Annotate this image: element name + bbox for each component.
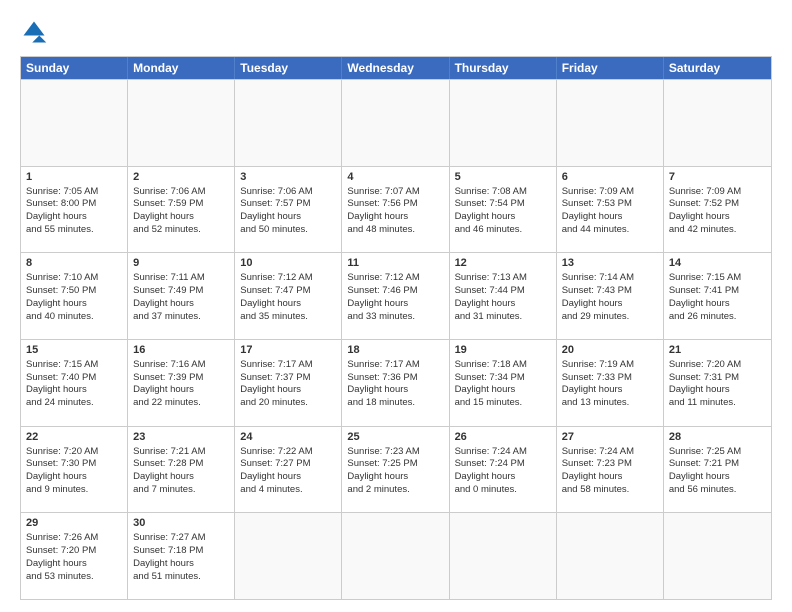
calendar-body: 1Sunrise: 7:05 AMSunset: 8:00 PMDaylight… [21,79,771,599]
calendar-cell: 28Sunrise: 7:25 AMSunset: 7:21 PMDayligh… [664,427,771,513]
calendar-cell: 25Sunrise: 7:23 AMSunset: 7:25 PMDayligh… [342,427,449,513]
logo [20,18,52,46]
day-number: 5 [455,170,551,185]
calendar-header-cell: Saturday [664,57,771,79]
calendar-cell [235,513,342,599]
day-number: 24 [240,430,336,445]
calendar-cell: 6Sunrise: 7:09 AMSunset: 7:53 PMDaylight… [557,167,664,253]
day-number: 26 [455,430,551,445]
calendar-row: 29Sunrise: 7:26 AMSunset: 7:20 PMDayligh… [21,512,771,599]
day-number: 23 [133,430,229,445]
calendar-header-cell: Friday [557,57,664,79]
calendar-cell: 16Sunrise: 7:16 AMSunset: 7:39 PMDayligh… [128,340,235,426]
day-number: 30 [133,516,229,531]
day-number: 14 [669,256,766,271]
day-number: 12 [455,256,551,271]
calendar-header-cell: Thursday [450,57,557,79]
calendar-cell: 10Sunrise: 7:12 AMSunset: 7:47 PMDayligh… [235,253,342,339]
calendar-cell: 29Sunrise: 7:26 AMSunset: 7:20 PMDayligh… [21,513,128,599]
day-number: 9 [133,256,229,271]
day-number: 18 [347,343,443,358]
calendar-row: 15Sunrise: 7:15 AMSunset: 7:40 PMDayligh… [21,339,771,426]
calendar-row: 22Sunrise: 7:20 AMSunset: 7:30 PMDayligh… [21,426,771,513]
calendar-row: 8Sunrise: 7:10 AMSunset: 7:50 PMDaylight… [21,252,771,339]
calendar-cell [557,513,664,599]
calendar-cell: 18Sunrise: 7:17 AMSunset: 7:36 PMDayligh… [342,340,449,426]
calendar-header-cell: Sunday [21,57,128,79]
calendar-cell: 26Sunrise: 7:24 AMSunset: 7:24 PMDayligh… [450,427,557,513]
day-number: 25 [347,430,443,445]
calendar-cell [128,80,235,166]
logo-icon [20,18,48,46]
day-number: 20 [562,343,658,358]
day-number: 19 [455,343,551,358]
calendar: SundayMondayTuesdayWednesdayThursdayFrid… [20,56,772,600]
calendar-cell [235,80,342,166]
header [20,18,772,46]
calendar-cell: 4Sunrise: 7:07 AMSunset: 7:56 PMDaylight… [342,167,449,253]
calendar-cell: 8Sunrise: 7:10 AMSunset: 7:50 PMDaylight… [21,253,128,339]
day-number: 27 [562,430,658,445]
day-number: 2 [133,170,229,185]
calendar-header-cell: Wednesday [342,57,449,79]
calendar-cell: 2Sunrise: 7:06 AMSunset: 7:59 PMDaylight… [128,167,235,253]
calendar-cell: 23Sunrise: 7:21 AMSunset: 7:28 PMDayligh… [128,427,235,513]
calendar-cell: 1Sunrise: 7:05 AMSunset: 8:00 PMDaylight… [21,167,128,253]
calendar-cell: 3Sunrise: 7:06 AMSunset: 7:57 PMDaylight… [235,167,342,253]
day-number: 17 [240,343,336,358]
day-number: 15 [26,343,122,358]
calendar-cell [450,80,557,166]
day-number: 28 [669,430,766,445]
calendar-cell: 22Sunrise: 7:20 AMSunset: 7:30 PMDayligh… [21,427,128,513]
day-number: 1 [26,170,122,185]
calendar-cell: 11Sunrise: 7:12 AMSunset: 7:46 PMDayligh… [342,253,449,339]
calendar-cell [664,80,771,166]
page: SundayMondayTuesdayWednesdayThursdayFrid… [0,0,792,612]
calendar-cell: 7Sunrise: 7:09 AMSunset: 7:52 PMDaylight… [664,167,771,253]
day-number: 21 [669,343,766,358]
calendar-cell: 17Sunrise: 7:17 AMSunset: 7:37 PMDayligh… [235,340,342,426]
day-number: 6 [562,170,658,185]
calendar-cell [21,80,128,166]
calendar-cell [342,80,449,166]
calendar-header-row: SundayMondayTuesdayWednesdayThursdayFrid… [21,57,771,79]
calendar-cell: 30Sunrise: 7:27 AMSunset: 7:18 PMDayligh… [128,513,235,599]
calendar-row: 1Sunrise: 7:05 AMSunset: 8:00 PMDaylight… [21,166,771,253]
day-number: 4 [347,170,443,185]
calendar-cell: 15Sunrise: 7:15 AMSunset: 7:40 PMDayligh… [21,340,128,426]
day-number: 3 [240,170,336,185]
day-number: 8 [26,256,122,271]
calendar-cell [664,513,771,599]
calendar-cell [450,513,557,599]
day-number: 10 [240,256,336,271]
calendar-cell [557,80,664,166]
day-number: 16 [133,343,229,358]
day-number: 11 [347,256,443,271]
day-number: 22 [26,430,122,445]
calendar-cell: 13Sunrise: 7:14 AMSunset: 7:43 PMDayligh… [557,253,664,339]
calendar-cell: 9Sunrise: 7:11 AMSunset: 7:49 PMDaylight… [128,253,235,339]
calendar-cell: 12Sunrise: 7:13 AMSunset: 7:44 PMDayligh… [450,253,557,339]
calendar-cell: 20Sunrise: 7:19 AMSunset: 7:33 PMDayligh… [557,340,664,426]
calendar-cell [342,513,449,599]
day-number: 13 [562,256,658,271]
day-number: 7 [669,170,766,185]
day-number: 29 [26,516,122,531]
calendar-cell: 14Sunrise: 7:15 AMSunset: 7:41 PMDayligh… [664,253,771,339]
calendar-cell: 5Sunrise: 7:08 AMSunset: 7:54 PMDaylight… [450,167,557,253]
calendar-cell: 24Sunrise: 7:22 AMSunset: 7:27 PMDayligh… [235,427,342,513]
calendar-cell: 27Sunrise: 7:24 AMSunset: 7:23 PMDayligh… [557,427,664,513]
calendar-header-cell: Monday [128,57,235,79]
calendar-cell: 21Sunrise: 7:20 AMSunset: 7:31 PMDayligh… [664,340,771,426]
calendar-row [21,79,771,166]
calendar-header-cell: Tuesday [235,57,342,79]
calendar-cell: 19Sunrise: 7:18 AMSunset: 7:34 PMDayligh… [450,340,557,426]
